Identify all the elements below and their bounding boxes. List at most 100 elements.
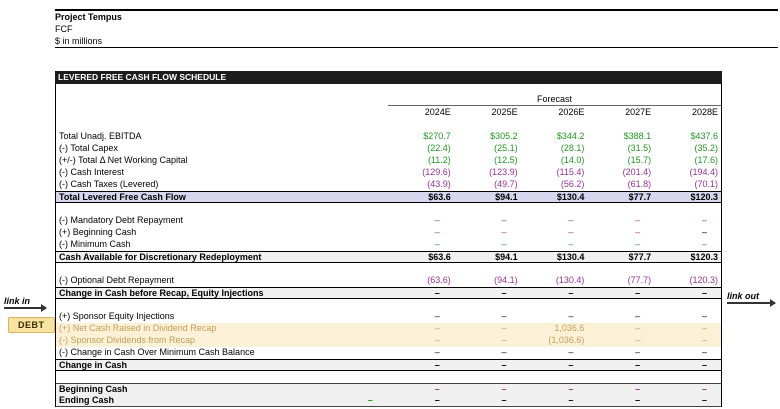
value-cell: 1,036.6	[554, 323, 585, 333]
row-label	[56, 371, 320, 383]
year-header: 2025E	[491, 107, 518, 117]
value-cell	[454, 203, 521, 215]
arrow-right-icon	[4, 304, 47, 312]
value-cell: –	[434, 227, 440, 237]
row-label: (-) Change in Cash Over Minimum Cash Bal…	[59, 347, 255, 357]
value-cell: $437.6	[690, 131, 718, 141]
value-cell: –	[501, 384, 507, 394]
value-cell: –	[501, 323, 507, 333]
value-cell: $130.4	[556, 192, 585, 202]
table-row: Total Levered Free Cash Flow $63.6 $94.1 $1…	[56, 191, 721, 203]
value-cell: –	[635, 239, 641, 249]
value-cell: $63.6	[428, 192, 451, 202]
table-row: Total Unadj. EBITDA $270.7 $305.2 $344.2 $38…	[56, 131, 721, 143]
value-cell: (123.9)	[489, 167, 518, 177]
blank-row	[56, 299, 721, 311]
value-cell: –	[434, 288, 440, 298]
value-cell: $120.3	[690, 252, 718, 262]
value-cell: (120.3)	[689, 275, 718, 285]
pf-value-cell	[320, 360, 387, 370]
row-label: (-) Optional Debt Repayment	[59, 275, 175, 285]
value-cell: –	[434, 215, 440, 225]
pf-value-cell	[320, 179, 387, 191]
value-cell: –	[568, 227, 574, 237]
table-row: (+) Beginning Cash – – – – –	[56, 227, 721, 239]
value-cell: –	[701, 227, 707, 237]
value-cell: (63.6)	[427, 275, 451, 285]
value-cell: –	[635, 288, 641, 298]
pf-value-cell	[320, 347, 387, 359]
row-label	[56, 203, 320, 215]
value-cell	[654, 371, 721, 383]
value-cell: –	[635, 227, 641, 237]
value-cell: (94.1)	[494, 275, 518, 285]
table-row: (-) Sponsor Dividends from Recap – – (1,036…	[56, 335, 721, 347]
value-cell: $130.4	[556, 252, 585, 262]
year-header: 2024E	[424, 107, 451, 117]
table-row: Change in Cash – – – – –	[56, 359, 721, 371]
value-cell	[654, 299, 721, 311]
value-cell: –	[568, 239, 574, 249]
value-cell	[454, 299, 521, 311]
year-header: 2027E	[625, 107, 652, 117]
blank-row	[56, 203, 721, 215]
row-label: (-) Mandatory Debt Repayment	[59, 215, 184, 225]
row-label: (+) Beginning Cash	[59, 227, 137, 237]
value-cell	[387, 299, 454, 311]
pf-value-cell	[320, 239, 387, 251]
pf-value-cell	[320, 299, 387, 311]
pf-value-cell	[320, 288, 387, 298]
row-label: Change in Cash	[59, 360, 128, 370]
debt-tab-badge[interactable]: DEBT	[8, 317, 55, 333]
value-cell	[521, 263, 588, 275]
pf-value-cell	[320, 155, 387, 167]
value-cell: (1,036.6)	[548, 335, 585, 345]
value-cell: –	[568, 311, 574, 321]
link-out-label: link out	[727, 291, 759, 301]
value-cell	[587, 299, 654, 311]
value-cell	[387, 371, 454, 383]
blank-row	[56, 263, 721, 275]
row-label: Ending Cash	[59, 395, 115, 405]
value-cell: (31.5)	[627, 143, 652, 153]
value-cell: $305.2	[490, 131, 518, 141]
table-row: (-) Optional Debt Repayment (63.6) (94.1) (…	[56, 275, 721, 287]
pf-value-cell	[320, 384, 387, 395]
value-cell: (43.9)	[427, 179, 451, 189]
value-cell: –	[501, 288, 507, 298]
value-cell: –	[568, 395, 574, 405]
value-cell: –	[434, 360, 440, 370]
value-cell: –	[434, 384, 440, 394]
value-cell: –	[434, 323, 440, 333]
sheet-name: FCF	[55, 24, 73, 34]
row-label: Total Unadj. EBITDA	[59, 131, 142, 141]
value-cell: –	[501, 239, 507, 249]
value-cell: –	[701, 347, 707, 357]
table-row: (-) Minimum Cash – – – – –	[56, 239, 721, 251]
value-cell: (28.1)	[560, 143, 585, 153]
value-cell: (115.4)	[556, 167, 585, 177]
value-cell: (14.0)	[560, 155, 585, 165]
pf-value-cell	[320, 143, 387, 155]
table-row: (-) Total Capex (22.4) (25.1) (28.1) (31.5) (…	[56, 143, 721, 155]
value-cell: –	[434, 311, 440, 321]
value-cell: –	[568, 288, 574, 298]
value-cell: –	[635, 360, 641, 370]
value-cell: $77.7	[628, 192, 652, 202]
value-cell: –	[701, 288, 707, 298]
row-label: (+/-) Total Δ Net Working Capital	[59, 155, 188, 165]
row-label: Cash Available for Discretionary Redeplo…	[59, 252, 262, 262]
row-label: (+) Net Cash Raised in Dividend Recap	[59, 323, 217, 333]
value-cell	[454, 371, 521, 383]
value-cell: –	[434, 347, 440, 357]
value-cell: –	[501, 227, 507, 237]
value-cell: –	[501, 335, 507, 345]
value-cell: (201.4)	[622, 167, 652, 177]
value-cell: –	[434, 239, 440, 249]
doc-header: Project Tempus FCF $ in millions	[55, 9, 778, 48]
value-cell	[521, 371, 588, 383]
value-cell: $270.7	[423, 131, 451, 141]
value-cell: (12.5)	[494, 155, 518, 165]
table-row: (+) Net Cash Raised in Dividend Recap – – 1…	[56, 323, 721, 335]
row-label: (-) Cash Interest	[59, 167, 125, 177]
